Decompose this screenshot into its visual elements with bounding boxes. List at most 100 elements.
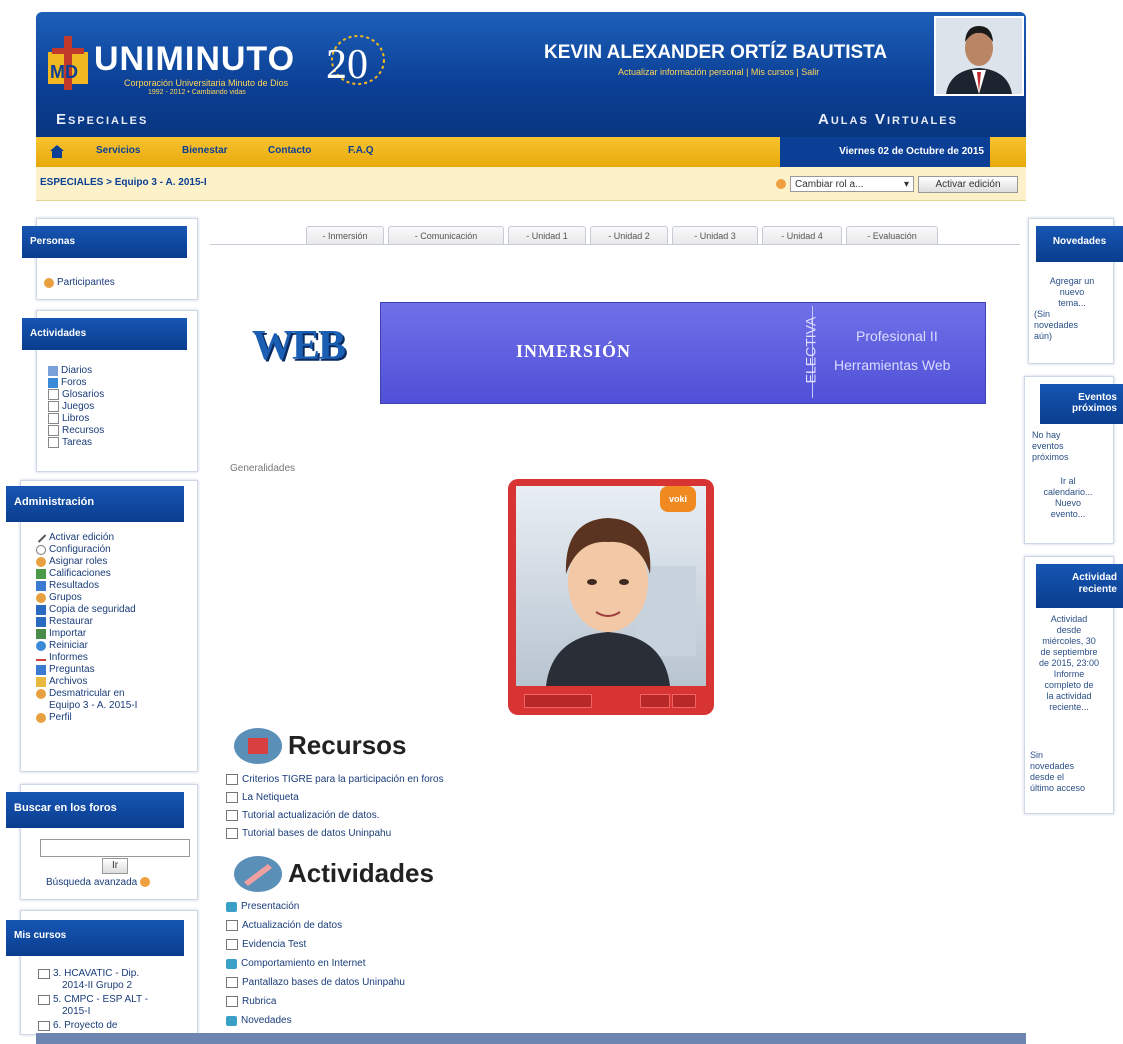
breadcrumb[interactable]: ESPECIALES > Equipo 3 - A. 2015-I	[40, 177, 207, 188]
advanced-search-link[interactable]: Búsqueda avanzada	[46, 877, 150, 888]
user-avatar[interactable]	[934, 16, 1024, 96]
assignment-icon	[226, 920, 238, 931]
help-icon[interactable]	[139, 877, 150, 888]
change-role-select[interactable]: Cambiar rol a... ▾	[790, 176, 914, 192]
admin-item-configuracion[interactable]: Configuración	[36, 544, 111, 555]
anniversary-20-icon: 20	[326, 35, 385, 88]
sidebar-item-participantes[interactable]: Participantes	[44, 277, 115, 288]
role-icon	[776, 179, 786, 189]
sidebar-item-glosarios[interactable]: Glosarios	[48, 389, 104, 400]
no-news-line: (Sin	[1034, 309, 1051, 319]
block-title-reciente[interactable]: Actividad reciente	[1036, 564, 1123, 608]
my-courses-link[interactable]: Mis cursos	[751, 67, 794, 77]
course-item-cmpc-line2[interactable]: 2015-I	[62, 1006, 90, 1017]
activity-item-rubrica[interactable]: Rubrica	[226, 996, 276, 1007]
resource-item-criterios[interactable]: Criterios TIGRE para la participación en…	[226, 774, 444, 785]
course-item-hcavatic-line2[interactable]: 2014-II Grupo 2	[62, 980, 132, 991]
tab-comunicacion[interactable]: - Comunicación	[388, 226, 504, 245]
voki-play-button[interactable]	[524, 694, 592, 708]
activity-item-pantallazo[interactable]: Pantallazo bases de datos Uninpahu	[226, 977, 405, 988]
forum-search-button[interactable]: Ir	[102, 858, 128, 874]
block-title-novedades[interactable]: Novedades	[1036, 226, 1123, 262]
admin-item-preguntas[interactable]: Preguntas	[36, 664, 95, 675]
sidebar-item-foros[interactable]: Foros	[48, 377, 87, 388]
course-label: 2014-II Grupo 2	[62, 980, 133, 991]
admin-item-activar-edicion[interactable]: Activar edición	[35, 532, 114, 543]
logout-link[interactable]: Salir	[801, 67, 819, 77]
new-event-link[interactable]: Nuevo evento...	[1051, 498, 1086, 519]
go-calendar-link[interactable]: Ir al calendario...	[1043, 476, 1092, 497]
activity-item-comportamiento[interactable]: Comportamiento en Internet	[226, 958, 366, 969]
block-title-administracion[interactable]: Administración	[6, 486, 184, 522]
activity-item-novedades[interactable]: Novedades	[226, 1015, 292, 1026]
resource-item-tutorial-actualizacion[interactable]: Tutorial actualización de datos.	[226, 810, 380, 821]
activity-item-actualizacion[interactable]: Actualización de datos	[226, 920, 342, 931]
tab-unidad-3[interactable]: - Unidad 3	[672, 226, 758, 245]
generalidades-link[interactable]: Generalidades	[230, 463, 295, 474]
resource-item-tutorial-bases[interactable]: Tutorial bases de datos Uninpahu	[226, 828, 391, 839]
sidebar-item-tareas[interactable]: Tareas	[48, 437, 92, 448]
course-item-hcavatic[interactable]: 3. HCAVATIC - Dip.	[38, 968, 139, 979]
update-profile-link[interactable]: Actualizar información personal	[618, 67, 744, 77]
admin-item-restaurar[interactable]: Restaurar	[36, 616, 93, 627]
admin-item-label: Asignar roles	[49, 556, 108, 567]
admin-item-label: Archivos	[49, 676, 88, 687]
admin-item-importar[interactable]: Importar	[36, 628, 86, 639]
no-events-line: eventos	[1032, 441, 1064, 451]
nav-item-bienestar[interactable]: Bienestar	[182, 145, 228, 156]
full-report-link[interactable]: Informe completo de la actividad reciente..…	[1044, 669, 1093, 712]
block-title-eventos[interactable]: Eventos próximos	[1040, 384, 1123, 424]
course-item-proyecto[interactable]: 6. Proyecto de	[38, 1020, 117, 1031]
add-topic-link[interactable]: Agregar un nuevo tema...	[1036, 276, 1108, 309]
home-icon[interactable]	[50, 145, 64, 158]
admin-item-reiniciar[interactable]: Reiniciar	[36, 640, 88, 651]
tab-inmersion[interactable]: - Inmersión	[306, 226, 384, 245]
advanced-search-label: Búsqueda avanzada	[46, 877, 138, 888]
activity-item-evidencia[interactable]: Evidencia Test	[226, 939, 306, 950]
new-event-text: evento...	[1050, 509, 1086, 519]
nav-item-faq[interactable]: F.A.Q	[348, 145, 374, 156]
activity-item-presentacion[interactable]: Presentación	[226, 901, 299, 912]
sidebar-item-libros[interactable]: Libros	[48, 413, 89, 424]
admin-item-informes[interactable]: Informes	[36, 652, 88, 663]
generalidades-label: Generalidades	[230, 463, 296, 474]
assignment-icon	[226, 977, 238, 988]
activity-label: Evidencia Test	[242, 939, 307, 950]
voki-menu-button[interactable]	[672, 694, 696, 708]
voki-screen	[516, 486, 706, 686]
admin-item-label: Copia de seguridad	[49, 604, 136, 615]
sidebar-item-diarios[interactable]: Diarios	[48, 365, 92, 376]
voki-volume-button[interactable]	[640, 694, 670, 708]
admin-item-archivos[interactable]: Archivos	[36, 676, 87, 687]
admin-item-copia-seguridad[interactable]: Copia de seguridad	[36, 604, 136, 615]
activar-edicion-button[interactable]: Activar edición	[918, 176, 1018, 193]
nav-item-servicios[interactable]: Servicios	[96, 145, 140, 156]
admin-item-grupos[interactable]: Grupos	[36, 592, 82, 603]
add-topic-text: Agregar un	[1049, 276, 1095, 286]
forum-search-input[interactable]	[40, 839, 190, 857]
sidebar-item-recursos[interactable]: Recursos	[48, 425, 104, 436]
sidebar-item-juegos[interactable]: Juegos	[48, 401, 94, 412]
no-news-text: (Sin novedades aún)	[1034, 309, 1108, 342]
block-title-mis-cursos[interactable]: Mis cursos	[6, 920, 184, 956]
resource-file-icon	[226, 774, 238, 785]
admin-item-perfil[interactable]: Perfil	[36, 712, 72, 723]
tab-unidad-4[interactable]: - Unidad 4	[762, 226, 842, 245]
admin-item-asignar-roles[interactable]: Asignar roles	[36, 556, 107, 567]
nav-item-contacto[interactable]: Contacto	[268, 145, 311, 156]
admin-item-calificaciones[interactable]: Calificaciones	[36, 568, 111, 579]
tab-evaluacion[interactable]: - Evaluación	[846, 226, 938, 245]
admin-item-label: Informes	[49, 652, 88, 663]
admin-item-desmatricular[interactable]: Desmatricular en	[36, 688, 125, 699]
admin-item-resultados[interactable]: Resultados	[36, 580, 99, 591]
resource-item-netiqueta[interactable]: La Netiqueta	[226, 792, 299, 803]
tab-unidad-2[interactable]: - Unidad 2	[590, 226, 668, 245]
block-title-actividades[interactable]: Actividades	[22, 318, 187, 350]
admin-item-label: Preguntas	[49, 664, 95, 675]
course-item-cmpc[interactable]: 5. CMPC - ESP ALT -	[38, 994, 148, 1005]
block-title-personas[interactable]: Personas	[22, 226, 187, 258]
banner-vertical-text: ELECTIVA	[802, 316, 819, 384]
tab-unidad-1[interactable]: - Unidad 1	[508, 226, 586, 245]
admin-item-desmatricular-course[interactable]: Equipo 3 - A. 2015-I	[49, 700, 137, 711]
block-title-buscar[interactable]: Buscar en los foros	[6, 792, 184, 828]
